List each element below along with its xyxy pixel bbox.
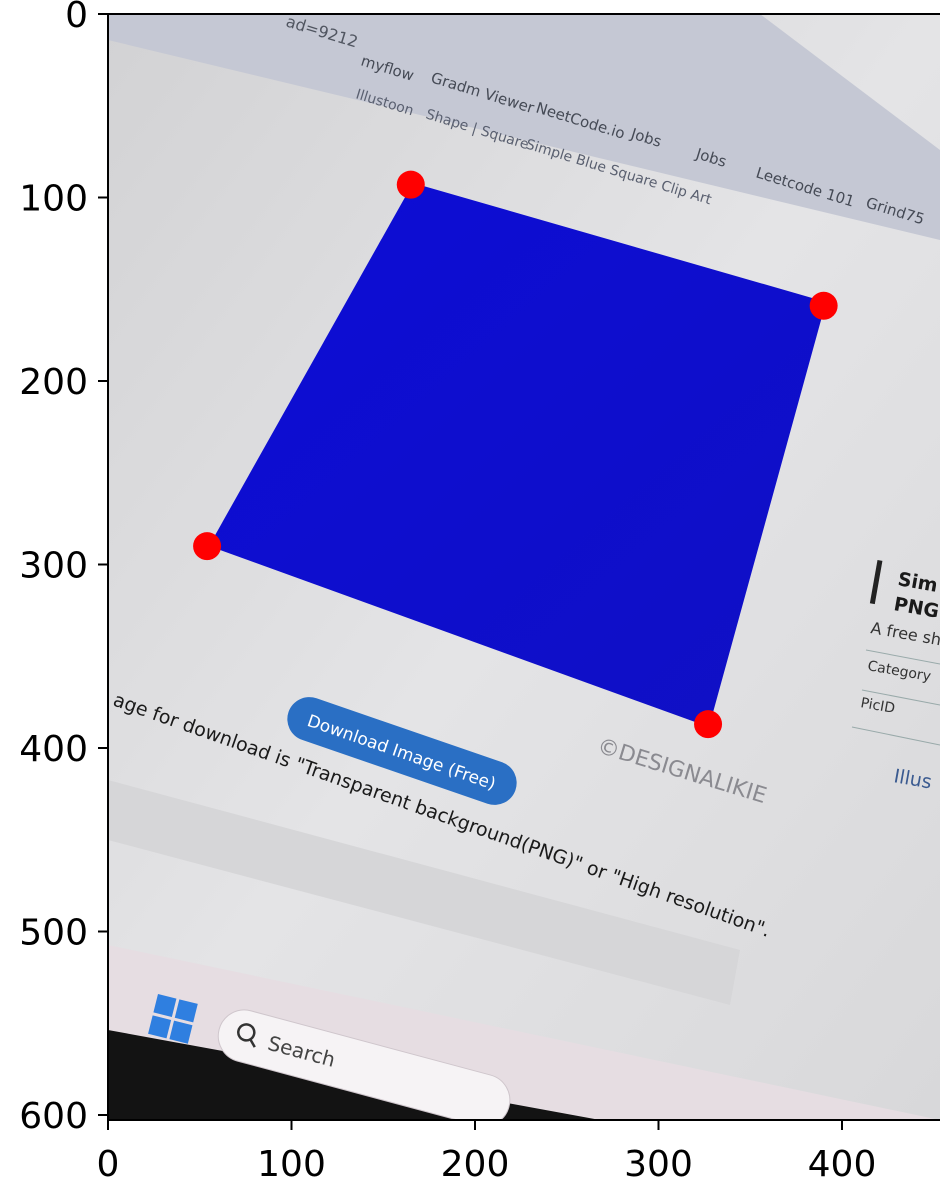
- y-tick-label: 0: [65, 0, 88, 36]
- corner-marker: [694, 710, 723, 739]
- corner-marker: [396, 170, 425, 199]
- photo-area: ad=9212 myflow Gradm Viewer NeetCode.io …: [108, 14, 940, 1120]
- x-tick-label: 0: [97, 1144, 120, 1185]
- x-tick-label: 100: [257, 1144, 326, 1185]
- y-tick-label: 400: [19, 729, 88, 770]
- y-tick-label: 200: [19, 362, 88, 403]
- x-tick-label: 400: [808, 1144, 877, 1185]
- corner-marker: [809, 291, 838, 320]
- y-tick-label: 500: [19, 913, 88, 954]
- corner-marker: [193, 532, 222, 561]
- x-tick-label: 200: [441, 1144, 510, 1185]
- y-tick-label: 100: [19, 179, 88, 220]
- annotated-photo-figure: ad=9212 myflow Gradm Viewer NeetCode.io …: [19, 0, 940, 1185]
- x-tick-label: 300: [624, 1144, 693, 1185]
- y-tick-label: 600: [19, 1096, 88, 1137]
- y-tick-label: 300: [19, 546, 88, 587]
